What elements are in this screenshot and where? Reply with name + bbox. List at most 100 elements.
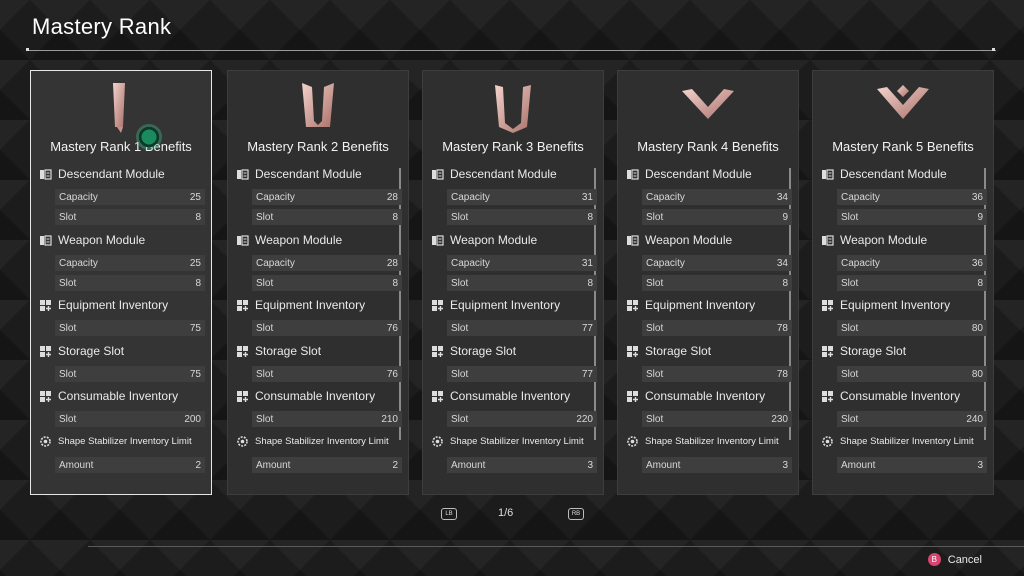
- section-label: Equipment Inventory: [450, 298, 561, 312]
- stat-label: Amount: [841, 459, 876, 471]
- section-label: Weapon Module: [58, 233, 146, 247]
- slot-row: Slot 75: [55, 366, 205, 382]
- stat-value: 34: [776, 191, 788, 203]
- consumable-inventory-icon: [236, 390, 249, 403]
- stat-label: Slot: [451, 211, 469, 223]
- equipment-inventory-icon: [626, 299, 639, 312]
- stat-label: Amount: [59, 459, 94, 471]
- section-label: Storage Slot: [58, 344, 125, 358]
- slot-row: Slot 8: [252, 275, 402, 291]
- section-consumable-inventory: Consumable Inventory: [626, 389, 765, 403]
- stat-value: 220: [576, 413, 593, 425]
- slot-row: Slot 8: [837, 275, 987, 291]
- section-equipment-inventory: Equipment Inventory: [431, 298, 560, 312]
- stat-label: Capacity: [59, 257, 98, 269]
- slot-row: Slot 8: [55, 209, 205, 225]
- capacity-row: Capacity 36: [837, 255, 987, 271]
- section-label: Descendant Module: [255, 167, 362, 181]
- capacity-row: Capacity 34: [642, 189, 792, 205]
- section-label: Storage Slot: [255, 344, 322, 358]
- equipment-inventory-icon: [821, 299, 834, 312]
- amount-row: Amount 2: [55, 457, 205, 473]
- stat-label: Slot: [451, 413, 469, 425]
- stat-value: 8: [392, 211, 398, 223]
- slot-row: Slot 76: [252, 366, 402, 382]
- section-consumable-inventory: Consumable Inventory: [821, 389, 960, 403]
- stat-value: 25: [189, 191, 201, 203]
- section-label: Storage Slot: [840, 344, 907, 358]
- section-label: Shape Stabilizer Inventory Limit: [255, 436, 389, 447]
- section-label: Consumable Inventory: [450, 389, 571, 403]
- stat-label: Slot: [841, 211, 859, 223]
- consumable-inventory-icon: [821, 390, 834, 403]
- stat-label: Slot: [646, 413, 664, 425]
- mastery-rank-emblem-icon: [483, 77, 543, 135]
- stat-value: 8: [587, 211, 593, 223]
- stat-label: Capacity: [841, 191, 880, 203]
- card-title: Mastery Rank 4 Benefits: [637, 139, 779, 154]
- stat-value: 76: [386, 322, 398, 334]
- slot-row: Slot 78: [642, 320, 792, 336]
- page-indicator: 1/6: [498, 507, 514, 519]
- stat-label: Slot: [646, 368, 664, 380]
- card-title: Mastery Rank 2 Benefits: [247, 139, 389, 154]
- section-consumable-inventory: Consumable Inventory: [39, 389, 178, 403]
- stat-value: 78: [776, 322, 788, 334]
- stat-label: Slot: [841, 277, 859, 289]
- rank-card-4[interactable]: Mastery Rank 4 Benefits Descendant Module…: [617, 70, 799, 495]
- weapon-module-icon: [39, 234, 52, 247]
- section-shape-stabilizer: Shape Stabilizer Inventory Limit: [39, 435, 192, 448]
- section-label: Descendant Module: [450, 167, 557, 181]
- stat-value: 36: [971, 191, 983, 203]
- slot-row: Slot 8: [252, 209, 402, 225]
- cancel-button[interactable]: B Cancel: [927, 553, 982, 566]
- rank-card-1[interactable]: Mastery Rank 1 Benefits Descendant Module…: [30, 70, 212, 495]
- rank-card-3[interactable]: Mastery Rank 3 Benefits Descendant Module…: [422, 70, 604, 495]
- card-title: Mastery Rank 3 Benefits: [442, 139, 584, 154]
- slot-row: Slot 80: [837, 366, 987, 382]
- lb-button-icon[interactable]: LB: [441, 508, 457, 520]
- section-label: Weapon Module: [840, 233, 928, 247]
- section-label: Equipment Inventory: [840, 298, 951, 312]
- stat-value: 9: [782, 211, 788, 223]
- section-descendant-module: Descendant Module: [626, 167, 752, 181]
- consumable-inventory-icon: [39, 390, 52, 403]
- weapon-module-icon: [431, 234, 444, 247]
- stat-label: Capacity: [256, 257, 295, 269]
- section-label: Descendant Module: [58, 167, 165, 181]
- amount-row: Amount 2: [252, 457, 402, 473]
- stat-value: 28: [386, 257, 398, 269]
- section-label: Descendant Module: [645, 167, 752, 181]
- section-label: Consumable Inventory: [840, 389, 961, 403]
- stat-value: 34: [776, 257, 788, 269]
- stat-label: Slot: [646, 277, 664, 289]
- slot-row: Slot 210: [252, 411, 402, 427]
- stat-label: Slot: [59, 368, 77, 380]
- card-title: Mastery Rank 1 Benefits: [50, 139, 192, 154]
- storage-slot-icon: [626, 345, 639, 358]
- section-label: Shape Stabilizer Inventory Limit: [58, 436, 192, 447]
- rank-card-2[interactable]: Mastery Rank 2 Benefits Descendant Module…: [227, 70, 409, 495]
- capacity-row: Capacity 28: [252, 189, 402, 205]
- rb-button-icon[interactable]: RB: [568, 508, 584, 520]
- section-equipment-inventory: Equipment Inventory: [821, 298, 950, 312]
- slot-row: Slot 9: [642, 209, 792, 225]
- section-label: Consumable Inventory: [645, 389, 766, 403]
- section-label: Descendant Module: [840, 167, 947, 181]
- stat-label: Slot: [451, 322, 469, 334]
- stat-label: Capacity: [646, 191, 685, 203]
- stat-label: Slot: [256, 368, 274, 380]
- stat-label: Slot: [646, 211, 664, 223]
- section-label: Shape Stabilizer Inventory Limit: [450, 436, 584, 447]
- section-label: Equipment Inventory: [58, 298, 169, 312]
- descendant-module-icon: [39, 168, 52, 181]
- section-storage-slot: Storage Slot: [431, 344, 516, 358]
- stat-value: 80: [971, 368, 983, 380]
- rank-card-5[interactable]: Mastery Rank 5 Benefits Descendant Module…: [812, 70, 994, 495]
- section-weapon-module: Weapon Module: [236, 233, 342, 247]
- amount-row: Amount 3: [447, 457, 597, 473]
- slot-row: Slot 220: [447, 411, 597, 427]
- section-weapon-module: Weapon Module: [39, 233, 145, 247]
- storage-slot-icon: [821, 345, 834, 358]
- stat-value: 9: [977, 211, 983, 223]
